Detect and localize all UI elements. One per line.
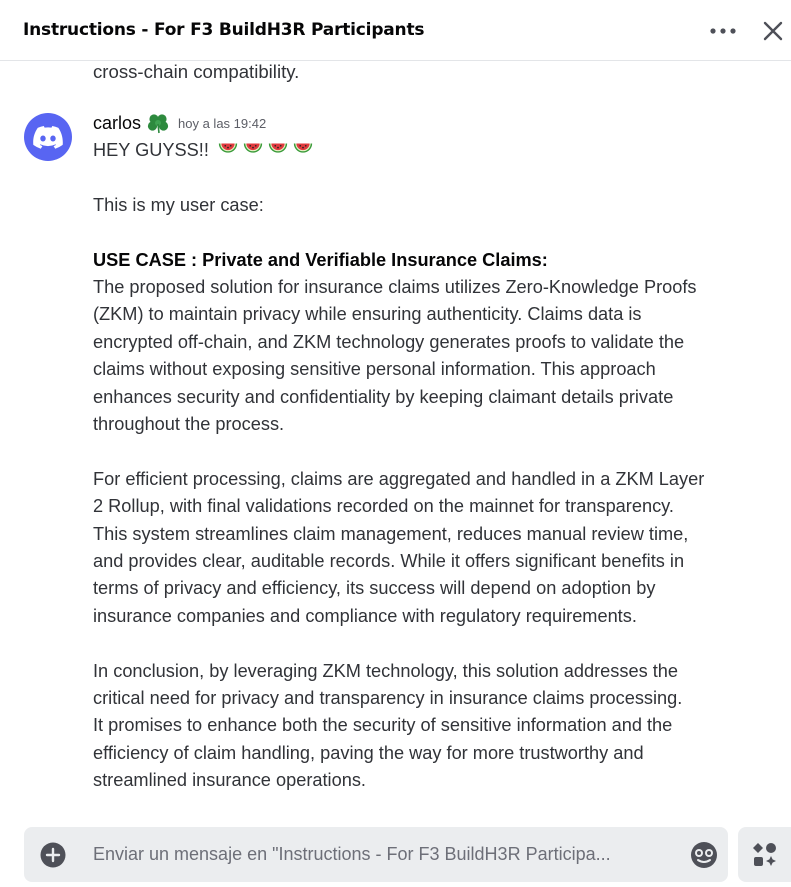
watermelon-icon[interactable]	[242, 138, 264, 160]
paragraph-1-line: throughout the process.	[93, 414, 285, 435]
message-header: carlos hoy a las 19:42	[93, 109, 266, 137]
close-button[interactable]	[755, 11, 791, 51]
greeting-line: HEY GUYSS!!	[93, 137, 753, 164]
paragraph-3-line: efficiency of claim handling, paving the…	[93, 742, 644, 763]
previous-message-text: cross-chain compatibility.	[93, 61, 300, 82]
paragraph-1-line: claims without exposing sensitive person…	[93, 359, 656, 380]
watermelon-icon[interactable]	[292, 138, 314, 160]
paragraph-2-line: This system streamlines claim management…	[93, 523, 689, 544]
close-icon	[763, 21, 783, 40]
more-options-button[interactable]	[703, 11, 743, 51]
watermelon-icon[interactable]	[267, 138, 289, 160]
plus-circle-icon	[40, 842, 66, 867]
paragraph-3-line: It promises to enhance both the security…	[93, 715, 673, 736]
intro-line: This is my user case:	[93, 194, 264, 215]
message-input[interactable]	[82, 844, 680, 865]
use-case-title: USE CASE : Private and Verifiable Insura…	[93, 249, 548, 270]
message-composer	[24, 827, 728, 882]
paragraph-3-line: critical need for privacy and transparen…	[93, 688, 683, 709]
add-attachment-button[interactable]	[24, 827, 82, 882]
message-list[interactable]: cross-chain compatibility. carlos hoy a …	[0, 61, 791, 821]
paragraph-2-line: insurance companies and compliance with …	[93, 605, 637, 626]
paragraph-2-line: 2 Rollup, with final validations recorde…	[93, 496, 674, 517]
message-content: HEY GUYSS!! This is my user case: USE CA…	[93, 137, 753, 795]
paragraph-3-line: streamlined insurance operations.	[93, 770, 366, 791]
thread-title: Instructions - For F3 BuildH3R Participa…	[23, 20, 425, 40]
avatar[interactable]	[24, 113, 72, 161]
message-timestamp[interactable]: hoy a las 19:42	[178, 116, 266, 131]
paragraph-1-line: encrypted off-chain, and ZKM technology …	[93, 331, 685, 352]
paragraph-2-line: terms of privacy and efficiency, its suc…	[93, 578, 656, 599]
paragraph-1-line: (ZKM) to maintain privacy while ensuring…	[93, 304, 642, 325]
paragraph-2-line: For efficient processing, claims are agg…	[93, 468, 705, 489]
role-badge[interactable]	[146, 112, 170, 134]
greeting-text: HEY GUYSS!!	[93, 140, 209, 160]
header-actions	[703, 0, 791, 61]
paragraph-3-line: In conclusion, by leveraging ZKM technol…	[93, 660, 679, 681]
paragraph-1-line: enhances security and confidentiality by…	[93, 386, 674, 407]
clover-icon	[147, 114, 169, 134]
thread-header: Instructions - For F3 BuildH3R Participa…	[0, 0, 791, 61]
apps-button[interactable]	[738, 827, 791, 882]
more-horizontal-icon	[710, 27, 736, 34]
emoji-picker-button[interactable]	[680, 827, 728, 882]
paragraph-1-line: The proposed solution for insurance clai…	[93, 277, 697, 297]
apps-icon	[752, 842, 776, 866]
paragraph-2-line: and provides clear, auditable records. W…	[93, 551, 685, 572]
emoji-picker-icon	[691, 841, 717, 868]
discord-logo-icon	[33, 125, 63, 149]
watermelon-icon[interactable]	[217, 138, 239, 160]
username[interactable]: carlos	[93, 113, 141, 134]
